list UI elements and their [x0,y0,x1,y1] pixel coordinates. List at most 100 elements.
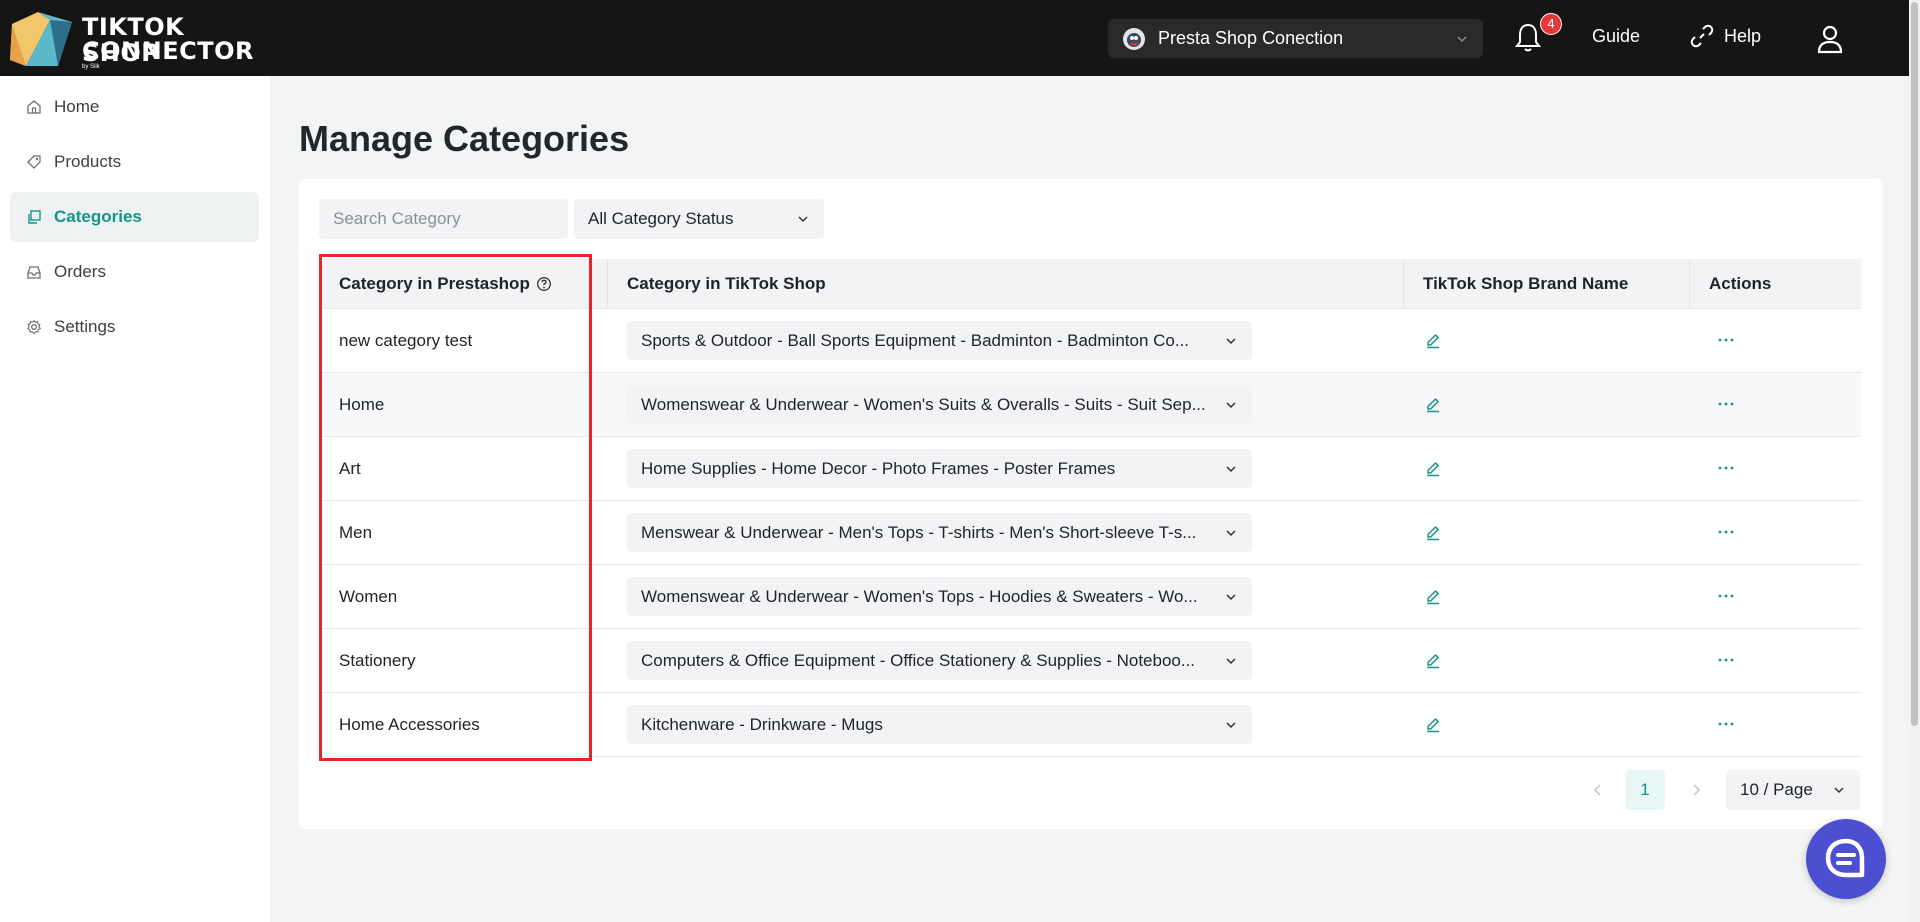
table-row: new category test Sports & Outdoor - Bal… [319,309,1861,373]
prestashop-category-name: new category test [339,330,473,350]
chevron-down-icon [798,216,808,223]
top-bar: TIKTOK SHOP CONNECTOR by Silk Presta Sho… [0,0,1909,76]
pagination-page-1[interactable]: 1 [1625,770,1665,810]
edit-icon[interactable] [1424,652,1442,670]
prestashop-category-name: Art [339,458,361,478]
more-actions-icon[interactable] [1717,333,1735,347]
tiktok-category-select[interactable]: Computers & Office Equipment - Office St… [627,641,1252,680]
column-header-tiktok: Category in TikTok Shop [627,274,826,293]
tiktok-category-label: Home Supplies - Home Decor - Photo Frame… [641,458,1116,478]
pagination-next-button[interactable] [1684,770,1708,810]
chat-button[interactable] [1806,819,1886,899]
search-input[interactable] [333,209,554,229]
more-actions-icon[interactable] [1717,653,1735,667]
table-row: Home Accessories Kitchenware - Drinkware… [319,693,1861,757]
chevron-down-icon [1226,401,1236,408]
page-title: Manage Categories [299,118,630,159]
edit-icon[interactable] [1424,396,1442,414]
chevron-down-icon [1226,721,1236,728]
search-box[interactable] [319,199,568,239]
edit-icon[interactable] [1424,332,1442,350]
prestashop-category-name: Stationery [339,650,416,670]
table-row: Home Womenswear & Underwear - Women's Su… [319,373,1861,437]
sidebar-item-home[interactable]: Home [10,82,259,132]
chevron-left-icon [1593,784,1601,796]
column-divider [1689,259,1690,309]
sidebar-item-label: Home [54,97,100,116]
chevron-down-icon [1834,787,1844,794]
tiktok-category-select[interactable]: Womenswear & Underwear - Women's Suits &… [627,385,1252,424]
category-status-select[interactable]: All Category Status [574,199,824,239]
column-header-label: Category in Prestashop [339,274,530,293]
gear-icon [27,319,41,335]
page-size-label: 10 / Page [1740,780,1813,799]
prestashop-category-name: Home [339,394,385,414]
help-link[interactable]: Help [1690,24,1761,48]
page-size-select[interactable]: 10 / Page [1726,770,1860,810]
help-label: Help [1724,25,1762,46]
link-icon [1690,24,1714,48]
user-icon[interactable] [1816,24,1844,54]
tiktok-category-label: Kitchenware - Drinkware - Mugs [641,714,883,734]
copy-icon [28,210,41,224]
more-actions-icon[interactable] [1717,397,1735,411]
edit-icon[interactable] [1424,716,1442,734]
table-row: Women Womenswear & Underwear - Women's T… [319,565,1861,629]
chevron-right-icon [1693,784,1701,796]
notification-badge: 4 [1540,13,1562,35]
help-circle-icon[interactable] [536,276,552,292]
logo-byline: by Silk [82,64,100,70]
sidebar-item-categories[interactable]: Categories [10,192,259,242]
edit-icon[interactable] [1424,588,1442,606]
sidebar-item-label: Orders [54,262,106,281]
sidebar: Home Products Categories Orders Settings [0,76,270,922]
more-actions-icon[interactable] [1717,589,1735,603]
page-scrollbar-thumb[interactable] [1911,2,1918,726]
home-icon [27,100,41,114]
chevron-down-icon [1226,337,1236,344]
shop-connection-select[interactable]: Presta Shop Conection [1108,19,1483,58]
sidebar-item-label: Settings [54,317,116,336]
logo-text-line2: CONNECTOR [82,37,254,65]
sidebar-item-label: Categories [54,207,142,226]
tiktok-category-label: Womenswear & Underwear - Women's Suits &… [641,394,1206,414]
sidebar-item-orders[interactable]: Orders [10,247,259,297]
prestashop-category-name: Men [339,522,373,542]
sidebar-item-settings[interactable]: Settings [10,302,259,352]
tiktok-category-select[interactable]: Kitchenware - Drinkware - Mugs [627,705,1252,744]
tiktok-category-label: Womenswear & Underwear - Women's Tops - … [641,586,1198,606]
sidebar-item-products[interactable]: Products [10,137,259,187]
chevron-down-icon [1226,593,1236,600]
table-row: Art Home Supplies - Home Decor - Photo F… [319,437,1861,501]
prestashop-category-name: Women [339,586,398,606]
prestashop-icon [1123,27,1145,50]
more-actions-icon[interactable] [1717,461,1735,475]
tiktok-category-select[interactable]: Womenswear & Underwear - Women's Tops - … [627,577,1252,616]
tiktok-category-select[interactable]: Sports & Outdoor - Ball Sports Equipment… [627,321,1252,360]
category-status-label: All Category Status [588,209,734,228]
chat-icon [1825,838,1865,878]
sidebar-item-label: Products [54,152,122,171]
guide-link[interactable]: Guide [1592,26,1640,47]
bell-icon[interactable] [1514,22,1542,54]
pagination-prev-button[interactable] [1586,770,1610,810]
edit-icon[interactable] [1424,460,1442,478]
tiktok-category-label: Sports & Outdoor - Ball Sports Equipment… [641,330,1190,350]
more-actions-icon[interactable] [1717,525,1735,539]
chevron-down-icon [1457,35,1467,42]
tiktok-category-select[interactable]: Home Supplies - Home Decor - Photo Frame… [627,449,1252,488]
chevron-down-icon [1226,465,1236,472]
column-header-brand: TikTok Shop Brand Name [1423,274,1629,293]
app-logo[interactable]: TIKTOK SHOP CONNECTOR by Silk [8,8,253,70]
shop-connection-label: Presta Shop Conection [1158,28,1344,48]
edit-icon[interactable] [1424,524,1442,542]
table-header: Category in Prestashop Category in TikTo… [319,259,1861,309]
categories-table: Category in Prestashop Category in TikTo… [319,259,1861,757]
chevron-down-icon [1226,529,1236,536]
column-header-actions: Actions [1709,274,1772,293]
inbox-icon [27,266,41,279]
prestashop-category-name: Home Accessories [339,714,480,734]
tag-icon [27,155,41,169]
more-actions-icon[interactable] [1717,717,1735,731]
tiktok-category-select[interactable]: Menswear & Underwear - Men's Tops - T-sh… [627,513,1252,552]
